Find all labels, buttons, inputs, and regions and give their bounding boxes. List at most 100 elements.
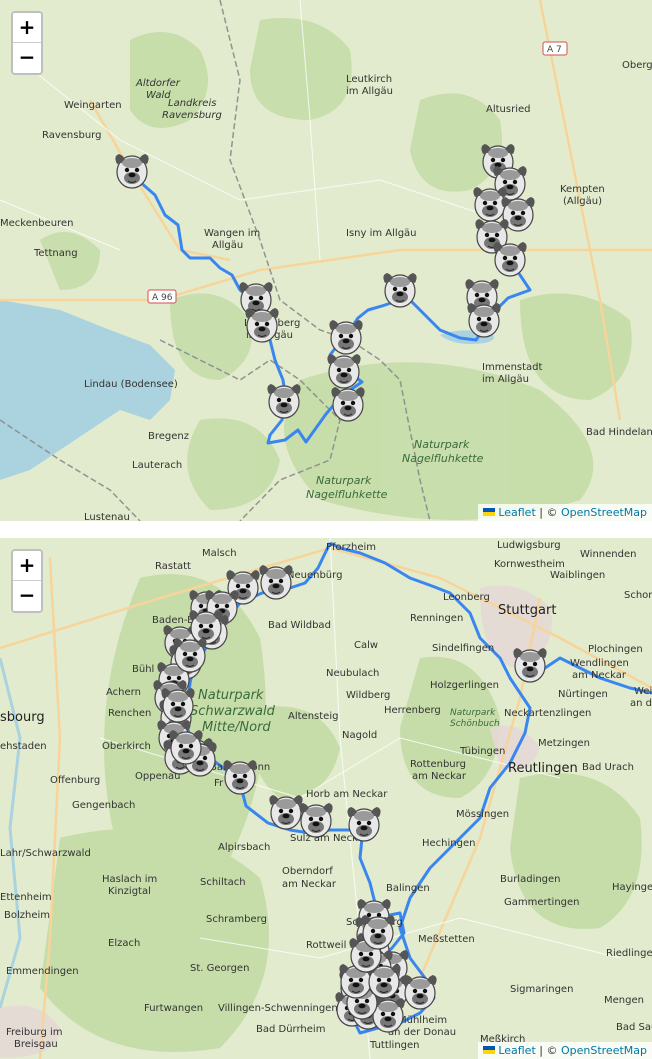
place-mengen: Mengen [604,995,644,1006]
place-nurtingen: Nürtingen [558,689,608,700]
park-schonbuch-b: Schönbuch [450,719,500,729]
dog-marker-icon[interactable] [327,354,361,389]
zoom-control: + − [11,549,43,613]
place-leutkirch: Leutkirch [346,74,392,85]
dog-marker-icon[interactable] [299,803,333,838]
place-kornwestheim: Kornwestheim [494,559,565,570]
place-stuttgart: Stuttgart [498,603,556,618]
dog-marker-icon[interactable] [361,915,395,950]
place-landkreis: Landkreis [168,98,216,109]
dog-marker-icon[interactable] [331,387,365,422]
dog-marker-icon[interactable] [513,648,547,683]
zoom-in-button[interactable]: + [13,551,41,581]
park-label-2b: Nagelfluhkette [306,488,388,501]
place-vs: Villingen-Schwenningen [218,1003,338,1014]
place-lauterach: Lauterach [132,460,182,471]
zoom-out-button[interactable]: − [13,581,41,611]
place-rottenburg2: am Neckar [412,771,467,782]
dog-marker-icon[interactable] [161,688,195,723]
leaflet-link[interactable]: Leaflet [498,506,535,519]
place-mossingen: Mössingen [456,809,509,820]
osm-link[interactable]: OpenStreetMap [561,506,647,519]
place-plochingen: Plochingen [588,644,643,655]
zoom-out-button[interactable]: − [13,43,41,73]
place-leonberg: Leonberg [443,592,490,603]
dog-marker-icon[interactable] [493,242,527,277]
place-muhlheim2: an der Donau [388,1027,456,1038]
place-landkreis2: Ravensburg [162,110,222,121]
place-burladingen: Burladingen [500,874,561,885]
park-label-1b: Nagelfluhkette [402,452,484,465]
place-tettnang: Tettnang [33,248,78,259]
dog-marker-icon[interactable] [347,807,381,842]
place-neckartenzlingen: Neckartenzlingen [504,708,591,719]
dog-marker-icon[interactable] [169,730,203,765]
place-schramberg: Schramberg [206,914,267,925]
dog-marker-icon[interactable] [467,303,501,338]
leaflet-link[interactable]: Leaflet [498,1044,535,1057]
place-achern: Achern [106,687,141,698]
place-hausach2: Kinzigtal [108,886,151,897]
attribution-separator: | © [535,505,561,519]
place-elzach: Elzach [108,938,140,949]
place-sindelfingen: Sindelfingen [432,643,494,654]
attribution: Leaflet | © OpenStreetMap [478,1041,652,1059]
place-altensteig: Altensteig [288,711,338,722]
place-badwildbad: Bad Wildbad [268,620,331,631]
dog-marker-icon[interactable] [267,384,301,419]
dog-marker-icon[interactable] [245,308,279,343]
place-badsaul: Bad Sau [616,1022,652,1033]
place-holzgerlingen: Holzgerlingen [430,680,499,691]
road-a7: A 7 [547,45,562,55]
place-winnenden: Winnenden [580,549,636,560]
place-kempten: Kempten [560,184,605,195]
map-allgaeu[interactable]: Oberg Altdorfer Wald Landkreis Ravensbur… [0,0,652,521]
place-offenburg: Offenburg [50,775,100,786]
place-pforzheim: Pforzheim [326,542,376,553]
place-oberndorf2: am Neckar [282,879,337,890]
place-baddurrheim: Bad Dürrheim [256,1024,325,1035]
place-malsch: Malsch [202,548,237,559]
place-sbourg: sbourg [0,710,45,725]
osm-link[interactable]: OpenStreetMap [561,1044,647,1057]
place-waiblingen: Waiblingen [550,570,605,581]
dog-marker-icon[interactable] [223,760,257,795]
dog-marker-icon[interactable] [115,154,149,189]
place-ludwigsburg: Ludwigsburg [497,540,561,551]
place-wangen: Wangen im [204,228,260,239]
place-lindau: Lindau (Bodensee) [84,379,178,390]
place-meckenbeuren: Meckenbeuren [0,218,73,229]
dog-marker-icon[interactable] [383,273,417,308]
place-ander: an de [630,698,652,709]
dog-marker-icon[interactable] [403,975,437,1010]
park-label-b: Schwarzwald [190,704,276,719]
place-renchen: Renchen [108,708,151,719]
dog-marker-icon[interactable] [259,565,293,600]
place-gengenbach: Gengenbach [72,800,135,811]
map-tiles: Oberg Altdorfer Wald Landkreis Ravensbur… [0,0,652,521]
place-schorndorf: Schor [624,590,652,601]
park-label-c: Mitte/Nord [202,720,271,735]
dog-marker-icon[interactable] [269,795,303,830]
dog-marker-icon[interactable] [329,320,363,355]
dog-marker-icon[interactable] [189,610,223,645]
place-wendlingen2: am Neckar [572,670,627,681]
place-ettenheim: Ettenheim [0,892,52,903]
dog-marker-icon[interactable] [473,187,507,222]
place-hausach: Haslach im [102,874,157,885]
place-badhindelang: Bad Hindelang [586,427,652,438]
place-leutkirch2: im Allgäu [346,86,393,97]
park-label-1a: Naturpark [414,438,470,451]
place-freiburg: Freiburg im [6,1027,63,1038]
zoom-in-button[interactable]: + [13,13,41,43]
map-black-forest[interactable]: Malsch Pforzheim Ludwigsburg Kornwesthei… [0,538,652,1059]
place-gammertingen: Gammertingen [504,897,580,908]
dog-marker-icon[interactable] [173,638,207,673]
place-buhl: Bühl [132,664,154,675]
place-lahr: Lahr/Schwarzwald [0,848,91,859]
place-furtwangen: Furtwangen [144,1003,203,1014]
place-oberndorf: Oberndorf [282,866,333,877]
place-rottenburg: Rottenburg [410,759,466,770]
place-stgeorgen: St. Georgen [190,963,249,974]
place-messstetten: Meßstetten [418,934,475,945]
